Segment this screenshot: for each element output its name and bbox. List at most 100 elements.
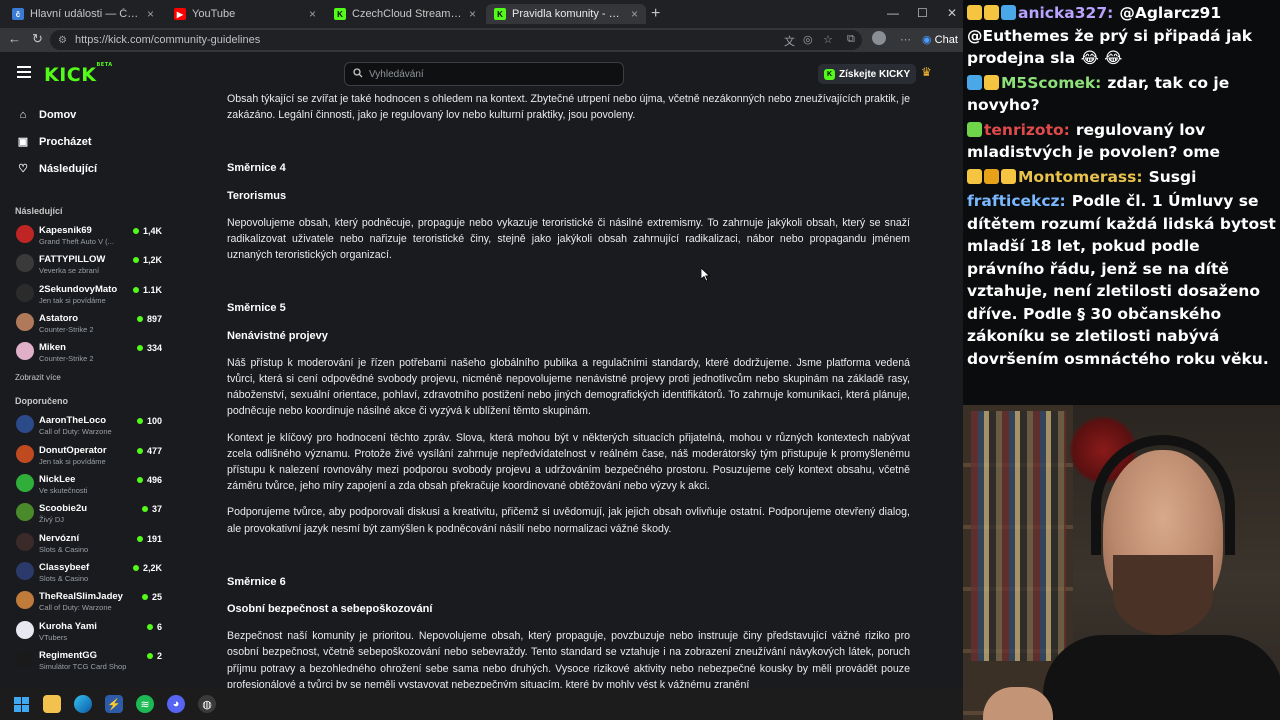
tab-title: CzechCloud Stream - Watch Live o: [352, 8, 463, 20]
guidelines-content[interactable]: Obsah týkající se zvířat je také hodnoce…: [172, 94, 963, 688]
heart-icon: ♡: [18, 163, 28, 175]
channel-viewer-count: 2,2K: [133, 563, 162, 573]
user-menu-icon[interactable]: ♛: [921, 65, 935, 81]
sidebar: ⌂ Domov ▣ Procházet ♡ Následující Násled…: [0, 94, 172, 688]
channel-category: Slots & Casino: [39, 573, 89, 583]
hamburger-menu-icon[interactable]: [17, 66, 31, 78]
back-icon[interactable]: ←: [8, 31, 21, 46]
chat-badge-icon: [984, 168, 999, 184]
streamlabs-icon[interactable]: ⚡: [105, 695, 123, 713]
bookmark-star-icon[interactable]: ☆: [823, 33, 833, 46]
minimize-icon[interactable]: —: [887, 6, 899, 20]
sidebar-item-following[interactable]: ♡ Následující: [0, 155, 172, 182]
channel-avatar: [16, 591, 34, 610]
show-more-link[interactable]: Zobrazit více: [0, 366, 172, 388]
tab-youtube[interactable]: ▶ YouTube ×: [166, 4, 324, 24]
recommended-channel-item[interactable]: NickLee Ve skutečnosti 496: [0, 469, 172, 498]
kick-logo[interactable]: KICKBETA: [44, 62, 113, 86]
browser-window: č Hlavní události — ČT24 — Česká t × ▶ Y…: [0, 0, 963, 688]
chat-badge-icon: [967, 74, 982, 90]
channel-viewer-count: 37: [142, 504, 162, 514]
translate-icon[interactable]: 文: [784, 33, 795, 49]
channel-viewer-count: 477: [137, 446, 162, 456]
section-paragraph: Náš přístup k moderování je řízen potřeb…: [227, 356, 910, 418]
following-section-title: Následující: [15, 206, 63, 216]
chat-badge-icon: [967, 168, 982, 184]
following-channel-item[interactable]: Astatoro Counter-Strike 2 897: [0, 308, 172, 337]
sidebar-item-home[interactable]: ⌂ Domov: [0, 101, 172, 128]
profile-avatar[interactable]: [872, 31, 886, 45]
recommended-channel-item[interactable]: TheRealSlimJadey Call of Duty: Warzone 25: [0, 586, 172, 615]
channel-category: Counter-Strike 2: [39, 354, 94, 364]
section-subtitle: Osobní bezpečnost a sebepoškozování: [227, 603, 433, 616]
extensions-icon[interactable]: ⧉: [847, 33, 855, 46]
get-kicky-button[interactable]: K Získejte KICKY: [818, 64, 917, 84]
chat-badge-icon: [984, 5, 999, 20]
windows-start-icon[interactable]: [12, 695, 30, 713]
address-bar[interactable]: ⚙ https://kick.com/community-guidelines: [50, 30, 862, 50]
chat-username: frafticekcz:: [967, 192, 1066, 210]
site-info-icon[interactable]: ⚙: [58, 35, 67, 46]
channel-avatar: [16, 620, 34, 639]
channel-viewer-count: 496: [137, 475, 162, 485]
menu-dots-icon[interactable]: ⋯: [900, 33, 911, 46]
channel-category: Simulátor TCG Card Shop: [39, 661, 127, 671]
url-text: https://kick.com/community-guidelines: [74, 34, 261, 46]
copilot-chat-button[interactable]: ◉ Chat: [922, 33, 958, 46]
recommended-channel-item[interactable]: Classybeef Slots & Casino 2,2K: [0, 557, 172, 586]
recommended-channel-item[interactable]: Scoobie2u Živý DJ 37: [0, 498, 172, 527]
close-icon[interactable]: ×: [469, 7, 476, 21]
reader-icon[interactable]: ◎: [803, 33, 813, 46]
webcam-books: [971, 411, 1066, 661]
channel-viewer-count: 25: [142, 592, 162, 602]
webcam-person-beard: [1113, 555, 1213, 635]
following-channel-item[interactable]: FATTYPILLOW Veverka se zbraní 1,2K: [0, 249, 172, 278]
maximize-icon[interactable]: ☐: [917, 6, 928, 20]
guidelines-article: Obsah týkající se zvířat je také hodnoce…: [227, 94, 910, 688]
file-explorer-icon[interactable]: [43, 695, 61, 713]
channel-avatar: [16, 444, 34, 463]
edge-browser-icon[interactable]: [74, 695, 92, 713]
recommended-channel-item[interactable]: AaronTheLoco Call of Duty: Warzone 100: [0, 410, 172, 439]
tab-community-guidelines[interactable]: K Pravidla komunity - Kick Streaming ×: [486, 4, 646, 24]
tab-title: Hlavní události — ČT24 — Česká t: [30, 8, 141, 20]
sidebar-item-browse[interactable]: ▣ Procházet: [0, 128, 172, 155]
reload-icon[interactable]: ↻: [32, 31, 43, 47]
youtube-favicon-icon: ▶: [174, 8, 186, 20]
new-tab-button[interactable]: +: [651, 5, 660, 23]
recommended-channel-item[interactable]: DonutOperator Jen tak si povídáme 477: [0, 440, 172, 469]
close-icon[interactable]: ×: [631, 7, 638, 21]
channel-avatar: [16, 225, 34, 243]
section-subtitle: Nenávistné projevy: [227, 329, 328, 342]
recommended-list: AaronTheLoco Call of Duty: Warzone 100 Donu…: [0, 410, 172, 674]
chat-message-list: anicka327: @Aglarcz91 @Euthemes že prý si…: [967, 2, 1276, 370]
tab-ct24[interactable]: č Hlavní události — ČT24 — Česká t ×: [4, 4, 162, 24]
discord-icon[interactable]: ◕: [167, 695, 185, 713]
obs-icon[interactable]: ◍: [198, 695, 216, 713]
channel-category: Grand Theft Auto V (...: [39, 237, 114, 246]
close-icon[interactable]: ×: [147, 7, 154, 21]
chat-message: frafticekcz: Podle čl. 1 Úmluvy se dítěte…: [967, 190, 1276, 370]
close-icon[interactable]: ×: [309, 7, 316, 21]
channel-viewer-count: 897: [137, 314, 162, 324]
channel-avatar: [16, 649, 34, 668]
following-channel-item[interactable]: Kapesnik69 Grand Theft Auto V (... 1,4K: [0, 220, 172, 249]
channel-avatar: [16, 503, 34, 522]
following-channel-item[interactable]: 2SekundovyMato Jen tak si povídáme 1.1K: [0, 279, 172, 308]
channel-viewer-count: 1,4K: [133, 226, 162, 236]
chat-badge-icon: [1001, 5, 1016, 20]
spotify-icon[interactable]: ≋: [136, 695, 154, 713]
kick-favicon-icon: K: [334, 8, 346, 20]
recommended-channel-item[interactable]: Nervózní Slots & Casino 191: [0, 528, 172, 557]
channel-category: Call of Duty: Warzone: [39, 427, 112, 437]
tab-czechcloud-stream[interactable]: K CzechCloud Stream - Watch Live o ×: [326, 4, 484, 24]
search-box[interactable]: [344, 62, 624, 86]
get-kicky-label: Získejte KICKY: [839, 68, 911, 80]
recommended-channel-item[interactable]: RegimentGG Simulátor TCG Card Shop 2: [0, 645, 172, 674]
recommended-channel-item[interactable]: Kuroha Yami VTubers 6: [0, 616, 172, 645]
chat-badge-icon: [967, 5, 982, 20]
search-input[interactable]: [369, 68, 609, 80]
following-channel-item[interactable]: Miken Counter-Strike 2 334: [0, 337, 172, 366]
chat-badge-icon: [984, 74, 999, 90]
close-window-icon[interactable]: ✕: [947, 6, 957, 20]
